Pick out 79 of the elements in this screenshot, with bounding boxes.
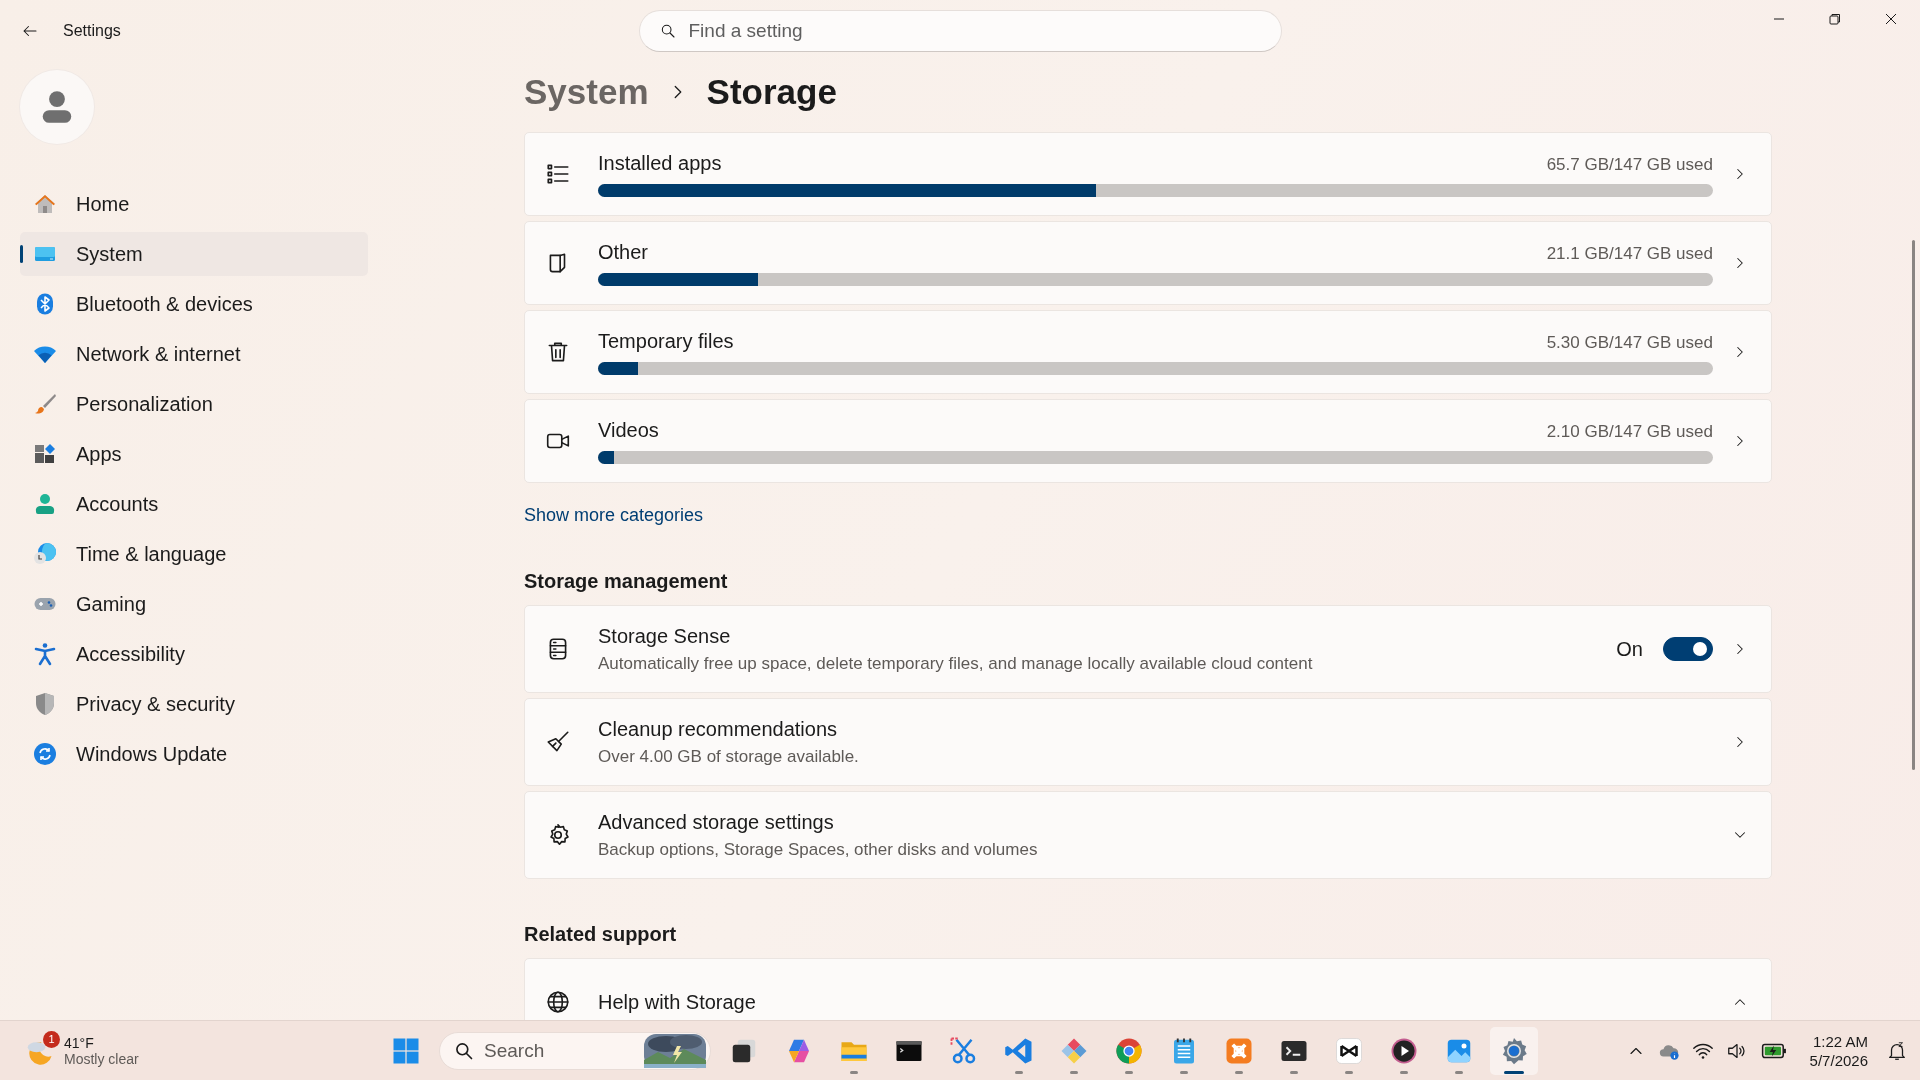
restore-icon[interactable]	[1829, 13, 1841, 25]
category-name: Videos	[598, 418, 659, 442]
nav-label: Apps	[76, 442, 122, 466]
show-more-link[interactable]: Show more categories	[524, 505, 704, 526]
card-description: Automatically free up space, delete temporary files, and manage locally available cloud content	[598, 653, 1314, 674]
weather-condition: Mostly clear	[64, 1050, 139, 1067]
category-name: Other	[598, 240, 649, 264]
sync-icon	[33, 742, 57, 766]
shield-icon	[33, 692, 57, 716]
clock[interactable]: 1:22 AM 5/7/2026	[1809, 1032, 1868, 1069]
category-card[interactable]: Videos 2.10 GB/147 GB used	[524, 399, 1772, 483]
globe-icon	[545, 989, 571, 1015]
breadcrumb-link[interactable]: System	[524, 72, 649, 112]
nav-item[interactable]: Apps	[20, 432, 368, 476]
close-icon[interactable]	[1885, 13, 1897, 25]
house-icon	[33, 192, 57, 216]
cut-logo-icon[interactable]	[1334, 1035, 1364, 1066]
card-title: Cleanup recommendations	[598, 717, 839, 741]
nav-item[interactable]: Gaming	[20, 582, 368, 626]
scrollbar-thumb[interactable]	[1912, 240, 1915, 770]
category-card[interactable]: Temporary files 5.30 GB/147 GB used	[524, 310, 1772, 394]
category-card[interactable]: Other 21.1 GB/147 GB used	[524, 221, 1772, 305]
card-title: Advanced storage settings	[598, 810, 835, 834]
nav-label: Bluetooth & devices	[76, 292, 253, 316]
usage-reading: 21.1 GB/147 GB used	[1546, 243, 1713, 264]
nav-item[interactable]: Accessibility	[20, 632, 368, 676]
nav-label: System	[76, 242, 143, 266]
usage-reading: 5.30 GB/147 GB used	[1546, 332, 1713, 353]
nav-item[interactable]: Personalization	[20, 382, 368, 426]
card-title: Storage Sense	[598, 624, 732, 648]
nav-label: Time & language	[76, 542, 227, 566]
toggle-state-label: On	[1616, 637, 1643, 661]
nav-item[interactable]: Time & language	[20, 532, 368, 576]
section-title: Storage management	[524, 570, 729, 593]
section-title: Related support	[524, 923, 678, 946]
nav-item[interactable]: Accounts	[20, 482, 368, 526]
nav-label: Home	[76, 192, 130, 216]
temperature: 41°F	[64, 1034, 95, 1051]
nav-item[interactable]: Windows Update	[20, 732, 368, 776]
category-name: Installed apps	[598, 151, 722, 175]
usage-reading: 65.7 GB/147 GB used	[1546, 154, 1713, 175]
nav-label: Windows Update	[76, 742, 228, 766]
nav-label: Privacy & security	[76, 692, 235, 716]
accessibility-icon	[33, 642, 57, 666]
nav-label: Accessibility	[76, 642, 185, 666]
nav-item[interactable]: Home	[20, 182, 368, 226]
settings-card[interactable]: Advanced storage settings Backup options, Storage Spaces, other disks and volumes	[524, 791, 1772, 879]
nav-item[interactable]: Bluetooth & devices	[20, 282, 368, 326]
nav-item[interactable]: Network & internet	[20, 332, 368, 376]
notification-badge: 1	[43, 1030, 60, 1048]
nav-label: Network & internet	[76, 342, 241, 366]
nav-label: Accounts	[76, 492, 159, 516]
settings-card[interactable]: Help with Storage	[524, 958, 1772, 1020]
notification-bell-icon[interactable]	[1886, 1039, 1908, 1062]
nav-item[interactable]: System	[20, 232, 368, 276]
clock-time: 1:22 AM	[1812, 1032, 1868, 1050]
card-title: Help with Storage	[598, 990, 757, 1014]
category-card[interactable]: Installed apps 65.7 GB/147 GB used	[524, 132, 1772, 216]
nav-item[interactable]: Privacy & security	[20, 682, 368, 726]
clock-date: 5/7/2026	[1809, 1051, 1868, 1069]
brush-icon	[33, 392, 57, 416]
nav-label: Personalization	[76, 392, 213, 416]
tiles-icon	[33, 442, 57, 466]
usage-reading: 2.10 GB/147 GB used	[1546, 421, 1713, 442]
toggle-switch[interactable]	[1663, 637, 1713, 661]
window-title: Settings	[63, 22, 121, 40]
person-icon	[33, 492, 57, 516]
settings-card[interactable]: Cleanup recommendations Over 4.00 GB of storage available.	[524, 698, 1772, 786]
search-icon	[659, 23, 676, 39]
nav-label: Gaming	[76, 592, 147, 616]
search-field[interactable]: Find a setting	[638, 10, 1282, 52]
card-description: Backup options, Storage Spaces, other disks and volumes	[598, 839, 1039, 860]
card-description: Over 4.00 GB of storage available.	[598, 746, 860, 767]
category-name: Temporary files	[598, 329, 734, 353]
settings-card[interactable]: Storage Sense Automatically free up space, delete temporary files, and manage locally available cloud content On	[524, 605, 1772, 693]
globe-clock-icon	[33, 542, 57, 566]
page-title: Storage	[706, 72, 837, 112]
taskbar-search[interactable]: Search	[439, 1031, 711, 1070]
search-icon	[454, 1040, 474, 1061]
